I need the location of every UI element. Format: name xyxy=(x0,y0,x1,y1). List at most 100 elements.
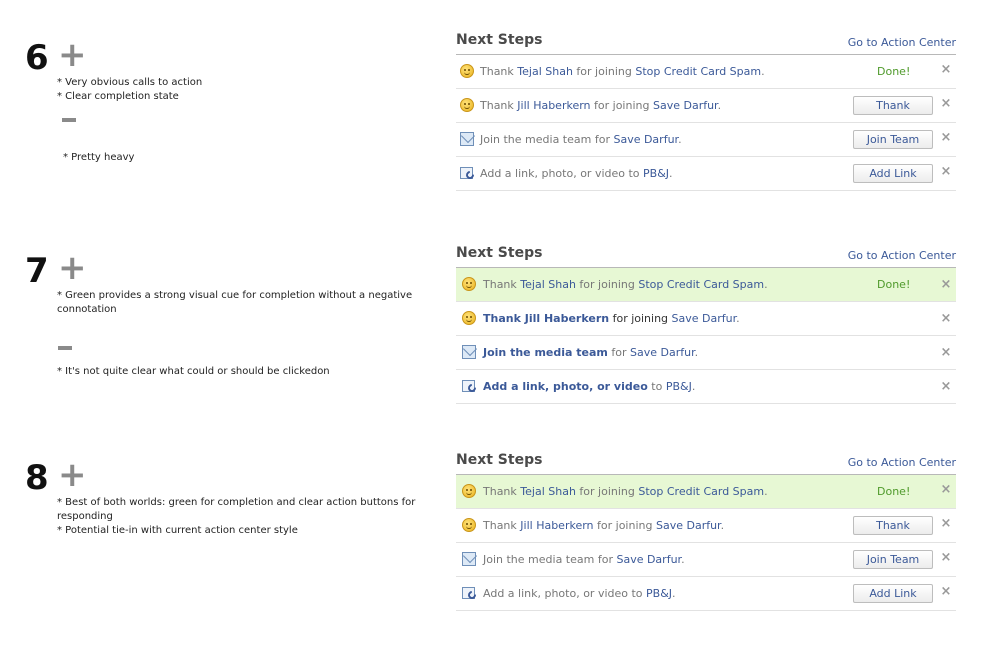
cause-link[interactable]: Save Darfur xyxy=(613,133,678,146)
pro-note: * Clear completion state xyxy=(57,91,179,102)
panel-title: Next Steps xyxy=(456,32,543,48)
pros-notes: * Very obvious calls to action * Clear c… xyxy=(57,76,437,104)
person-link[interactable]: Tejal Shah xyxy=(517,65,573,78)
cause-link[interactable]: PB&J xyxy=(643,167,669,180)
cause-link[interactable]: Save Darfur xyxy=(616,553,681,566)
pro-note: * Potential tie-in with current action c… xyxy=(57,525,298,536)
smiley-icon xyxy=(462,518,476,532)
list-item: Join the media team for Save Darfur. × xyxy=(456,336,956,370)
smiley-icon xyxy=(460,64,474,78)
cause-link[interactable]: PB&J xyxy=(666,380,692,393)
step-text-part: for xyxy=(607,346,631,359)
person-link[interactable]: Jill Haberkern xyxy=(520,519,593,532)
cause-link[interactable]: Save Darfur xyxy=(653,99,718,112)
variant-7: 7 + * Green provides a strong visual cue… xyxy=(0,213,1006,413)
close-icon[interactable]: × xyxy=(940,585,952,598)
list-item: Add a link, photo, or video to PB&J. × xyxy=(456,370,956,404)
step-text-part: Thank xyxy=(483,485,521,498)
step-text-part: for joining xyxy=(609,312,672,325)
link-share-icon xyxy=(462,379,476,393)
step-text-part: for joining xyxy=(575,278,639,291)
cause-link[interactable]: Save Darfur xyxy=(656,519,721,532)
cause-link[interactable]: Save Darfur xyxy=(672,312,737,325)
step-text: Thank Jill Haberkern for joining Save Da… xyxy=(480,99,721,112)
step-text-part: . xyxy=(694,346,699,359)
panel-title: Next Steps xyxy=(456,452,543,468)
person-link[interactable]: Jill Haberkern xyxy=(517,99,590,112)
close-icon[interactable]: × xyxy=(940,165,952,178)
panel-header: Next Steps Go to Action Center xyxy=(456,243,956,268)
join-team-button[interactable]: Join Team xyxy=(853,130,933,149)
con-note: * It's not quite clear what could or sho… xyxy=(57,366,330,377)
step-text: Thank Tejal Shah for joining Stop Credit… xyxy=(483,278,768,291)
add-link-button[interactable]: Add Link xyxy=(853,164,933,183)
thank-button[interactable]: Thank xyxy=(853,516,933,535)
list-item: Thank Jill Haberkern for joining Save Da… xyxy=(456,509,956,543)
person-link[interactable]: Tejal Shah xyxy=(520,485,576,498)
step-text: Add a link, photo, or video to PB&J. xyxy=(483,380,695,393)
step-text-part: . xyxy=(681,553,685,566)
envelope-icon xyxy=(460,132,474,146)
smiley-icon xyxy=(462,311,476,325)
step-text-part: . xyxy=(761,65,765,78)
step-text: Join the media team for Save Darfur. xyxy=(483,553,685,566)
step-text-part: for joining xyxy=(590,99,653,112)
step-text-part: . xyxy=(764,278,768,291)
next-steps-panel: Next Steps Go to Action Center Thank Tej… xyxy=(456,243,956,404)
cause-link[interactable]: PB&J xyxy=(646,587,672,600)
cons-notes: * It's not quite clear what could or sho… xyxy=(57,365,330,379)
step-text: Thank Tejal Shah for joining Stop Credit… xyxy=(480,65,765,78)
step-text-part: Thank xyxy=(480,65,518,78)
thank-button[interactable]: Thank xyxy=(853,96,933,115)
add-link-button[interactable]: Add Link xyxy=(853,584,933,603)
step-text-part: to xyxy=(647,380,666,393)
variant-number: 7 xyxy=(25,251,49,291)
pros-plus-icon: + xyxy=(58,455,87,495)
close-icon[interactable]: × xyxy=(940,312,952,325)
variant-6: 6 + * Very obvious calls to action * Cle… xyxy=(0,0,1006,200)
close-icon[interactable]: × xyxy=(940,278,952,291)
close-icon[interactable]: × xyxy=(940,97,952,110)
go-to-action-center-link[interactable]: Go to Action Center xyxy=(848,456,956,469)
step-text-part: . xyxy=(672,587,676,600)
join-team-button[interactable]: Join Team xyxy=(853,550,933,569)
step-text-part: Add a link, photo, or video to xyxy=(480,167,644,180)
pro-note: connotation xyxy=(57,304,117,315)
pro-note: * Green provides a strong visual cue for… xyxy=(57,290,413,301)
go-to-action-center-link[interactable]: Go to Action Center xyxy=(848,36,956,49)
variant-number: 8 xyxy=(25,458,49,498)
list-item: Join the media team for Save Darfur. Joi… xyxy=(456,543,956,577)
step-text-part: Thank xyxy=(483,519,521,532)
cause-link[interactable]: Save Darfur xyxy=(630,346,695,359)
person-link[interactable]: Tejal Shah xyxy=(520,278,576,291)
close-icon[interactable]: × xyxy=(940,380,952,393)
go-to-action-center-link[interactable]: Go to Action Center xyxy=(848,249,956,262)
step-text-part: . xyxy=(669,167,673,180)
thank-action-link[interactable]: Thank Jill Haberkern xyxy=(483,312,609,325)
add-link-action-link[interactable]: Add a link, photo, or video xyxy=(483,380,648,393)
envelope-icon xyxy=(462,345,476,359)
con-note: * Pretty heavy xyxy=(63,152,135,163)
close-icon[interactable]: × xyxy=(940,131,952,144)
smiley-icon xyxy=(462,277,476,291)
cause-link[interactable]: Stop Credit Card Spam xyxy=(635,65,761,78)
panel-title: Next Steps xyxy=(456,245,543,261)
cause-link[interactable]: Stop Credit Card Spam xyxy=(638,485,764,498)
step-text-part: for joining xyxy=(572,65,636,78)
step-text-part: . xyxy=(717,99,722,112)
pros-plus-icon: + xyxy=(58,248,87,288)
join-team-action-link[interactable]: Join the media team xyxy=(483,346,608,359)
close-icon[interactable]: × xyxy=(940,483,952,496)
step-text: Add a link, photo, or video to PB&J. xyxy=(480,167,673,180)
step-text: Join the media team for Save Darfur. xyxy=(483,346,698,359)
close-icon[interactable]: × xyxy=(940,551,952,564)
step-text-part: . xyxy=(678,133,682,146)
close-icon[interactable]: × xyxy=(940,63,952,76)
step-text-part: Add a link, photo, or video to xyxy=(483,587,647,600)
close-icon[interactable]: × xyxy=(940,346,952,359)
close-icon[interactable]: × xyxy=(940,517,952,530)
step-text: Join the media team for Save Darfur. xyxy=(480,133,682,146)
list-item: Thank Tejal Shah for joining Stop Credit… xyxy=(456,475,956,509)
smiley-icon xyxy=(462,484,476,498)
cause-link[interactable]: Stop Credit Card Spam xyxy=(638,278,764,291)
